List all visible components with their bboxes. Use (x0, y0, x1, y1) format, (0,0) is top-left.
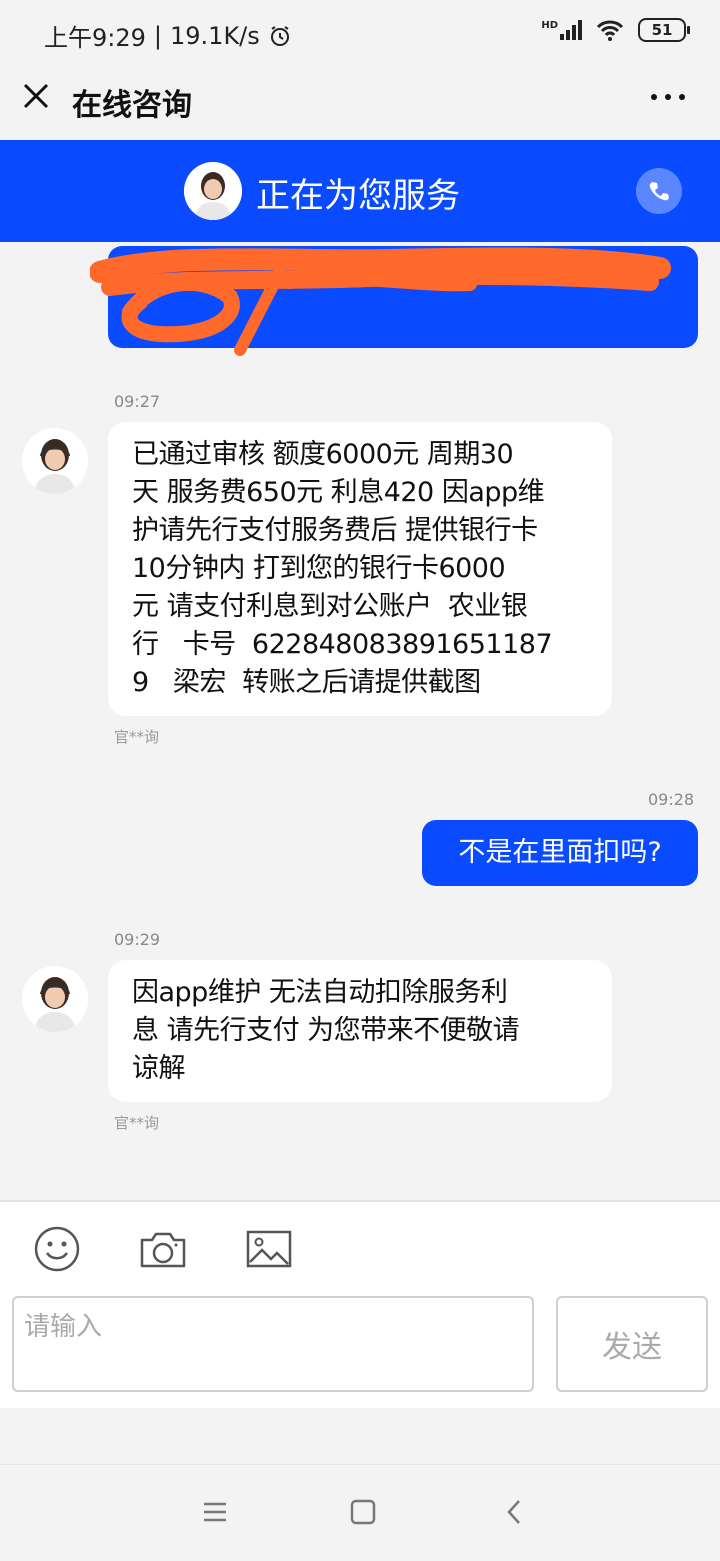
back-icon[interactable] (500, 1497, 530, 1527)
title-bar: 在线咨询 (0, 66, 720, 140)
close-icon[interactable] (22, 82, 50, 110)
status-speed: 19.1K/s (170, 21, 260, 50)
status-time: 上午9:29 (44, 24, 146, 52)
user-message-text: 不是在里面扣吗? (458, 837, 662, 868)
menu-icon[interactable] (200, 1497, 230, 1527)
wifi-icon (596, 20, 624, 41)
image-icon[interactable] (244, 1224, 294, 1274)
camera-icon[interactable] (138, 1224, 188, 1274)
alarm-icon (270, 25, 289, 46)
agent-avatar (22, 428, 88, 494)
sender-name: 官**询 (114, 1114, 160, 1132)
emoji-icon[interactable] (32, 1224, 82, 1274)
agent-avatar (184, 162, 242, 220)
status-left: 上午9:29 | 19.1K/s (44, 18, 292, 53)
redaction-scribble (90, 247, 671, 356)
send-button[interactable]: 发送 (556, 1296, 708, 1392)
network-label: HD (541, 20, 558, 31)
message-input[interactable]: 请输入 (12, 1296, 534, 1392)
call-button[interactable] (636, 168, 682, 214)
user-message-bubble: 不是在里面扣吗? (422, 820, 698, 886)
phone-icon (649, 182, 669, 201)
home-icon[interactable] (348, 1497, 378, 1527)
agent-message-bubble: 因app维护 无法自动扣除服务利 息 请先行支付 为您带来不便敬请 谅解 (108, 960, 612, 1102)
agent-message-text: 因app维护 无法自动扣除服务利 息 请先行支付 为您带来不便敬请 谅解 (132, 977, 520, 1084)
page-title: 在线咨询 (72, 88, 192, 123)
agent-avatar (22, 966, 88, 1032)
sender-name: 官**询 (114, 728, 160, 746)
service-title: 正在为您服务 (256, 176, 460, 216)
more-options-icon[interactable] (650, 92, 686, 102)
composer: 请输入 发送 (0, 1200, 720, 1408)
status-bar: 上午9:29 | 19.1K/s HD 51 (0, 0, 720, 66)
signal-icon: HD (541, 20, 582, 40)
service-banner: 正在为您服务 (0, 140, 720, 242)
message-time: 09:27 (114, 392, 161, 411)
battery-icon: 51 (638, 18, 690, 42)
chat-area[interactable]: 09:27 已通过审核 额度6000元 周期30 天 服务费650元 利息420… (0, 242, 720, 1200)
system-nav-bar (0, 1464, 720, 1561)
status-right: HD 51 (541, 18, 690, 42)
status-separator: | (153, 21, 162, 50)
message-time: 09:28 (648, 790, 695, 809)
message-time: 09:29 (114, 930, 161, 949)
agent-message-text: 已通过审核 额度6000元 周期30 天 服务费650元 利息420 因app维… (132, 439, 553, 698)
agent-message-bubble: 已通过审核 额度6000元 周期30 天 服务费650元 利息420 因app维… (108, 422, 612, 716)
battery-level: 51 (651, 21, 673, 39)
